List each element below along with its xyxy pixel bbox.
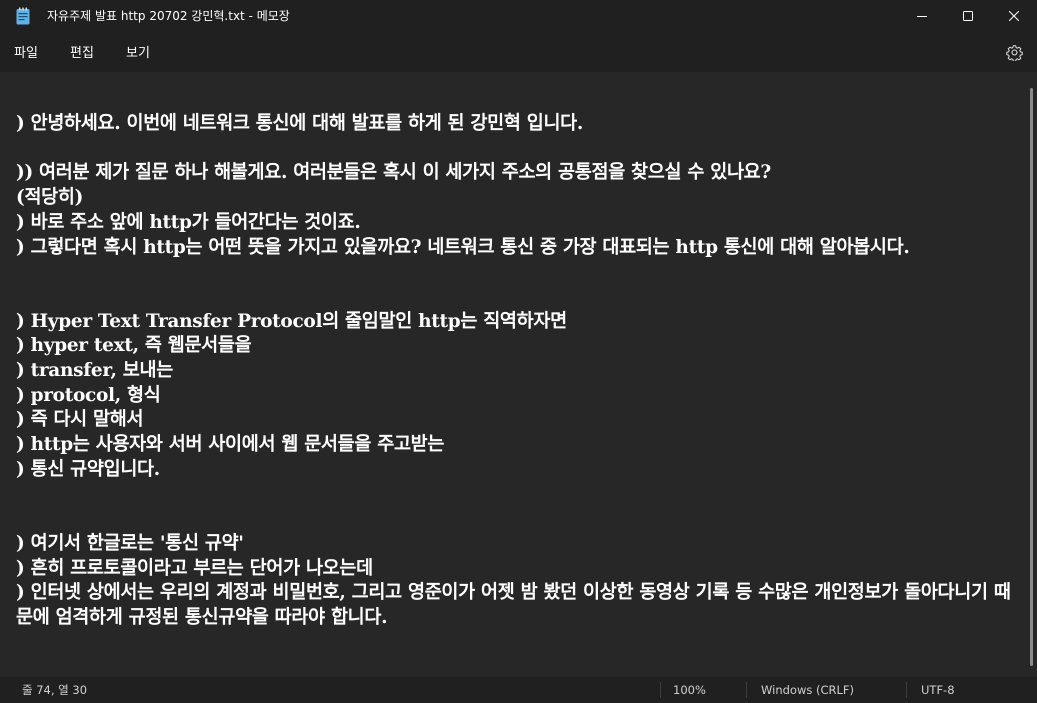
status-divider (660, 682, 661, 698)
window-title: 자유주제 발표 http 20702 강민혁.txt - 메모장 (47, 9, 290, 23)
vertical-scrollbar[interactable] (1028, 72, 1037, 677)
encoding[interactable]: UTF-8 (921, 677, 955, 703)
maximize-button[interactable] (945, 0, 991, 32)
status-divider (906, 682, 907, 698)
menu-bar: 파일 편집 보기 (0, 32, 1037, 72)
status-divider (746, 682, 747, 698)
line-ending[interactable]: Windows (CRLF) (761, 677, 854, 703)
close-icon (1009, 11, 1019, 21)
menu-file[interactable]: 파일 (14, 32, 38, 72)
cursor-position: 줄 74, 열 30 (22, 683, 88, 697)
title-bar[interactable]: 자유주제 발표 http 20702 강민혁.txt - 메모장 (0, 0, 1037, 32)
minimize-button[interactable] (899, 0, 945, 32)
maximize-icon (963, 11, 973, 21)
text-editor[interactable]: ) 안녕하세요. 이번에 네트워크 통신에 대해 발표를 하게 된 강민혁 입니… (0, 72, 1028, 677)
menu-edit[interactable]: 편집 (70, 32, 94, 72)
scrollbar-thumb[interactable] (1030, 88, 1033, 666)
close-button[interactable] (991, 0, 1037, 32)
status-bar: 줄 74, 열 30 100% Windows (CRLF) UTF-8 (0, 677, 1037, 703)
minimize-icon (917, 16, 927, 17)
zoom-level[interactable]: 100% (673, 677, 706, 703)
document-text[interactable]: ) 안녕하세요. 이번에 네트워크 통신에 대해 발표를 하게 된 강민혁 입니… (16, 112, 1016, 631)
notepad-window: 자유주제 발표 http 20702 강민혁.txt - 메모장 파일 편집 보… (0, 0, 1037, 703)
notepad-icon (16, 7, 30, 25)
settings-gear-icon[interactable] (1006, 44, 1023, 62)
menu-view[interactable]: 보기 (126, 32, 150, 72)
